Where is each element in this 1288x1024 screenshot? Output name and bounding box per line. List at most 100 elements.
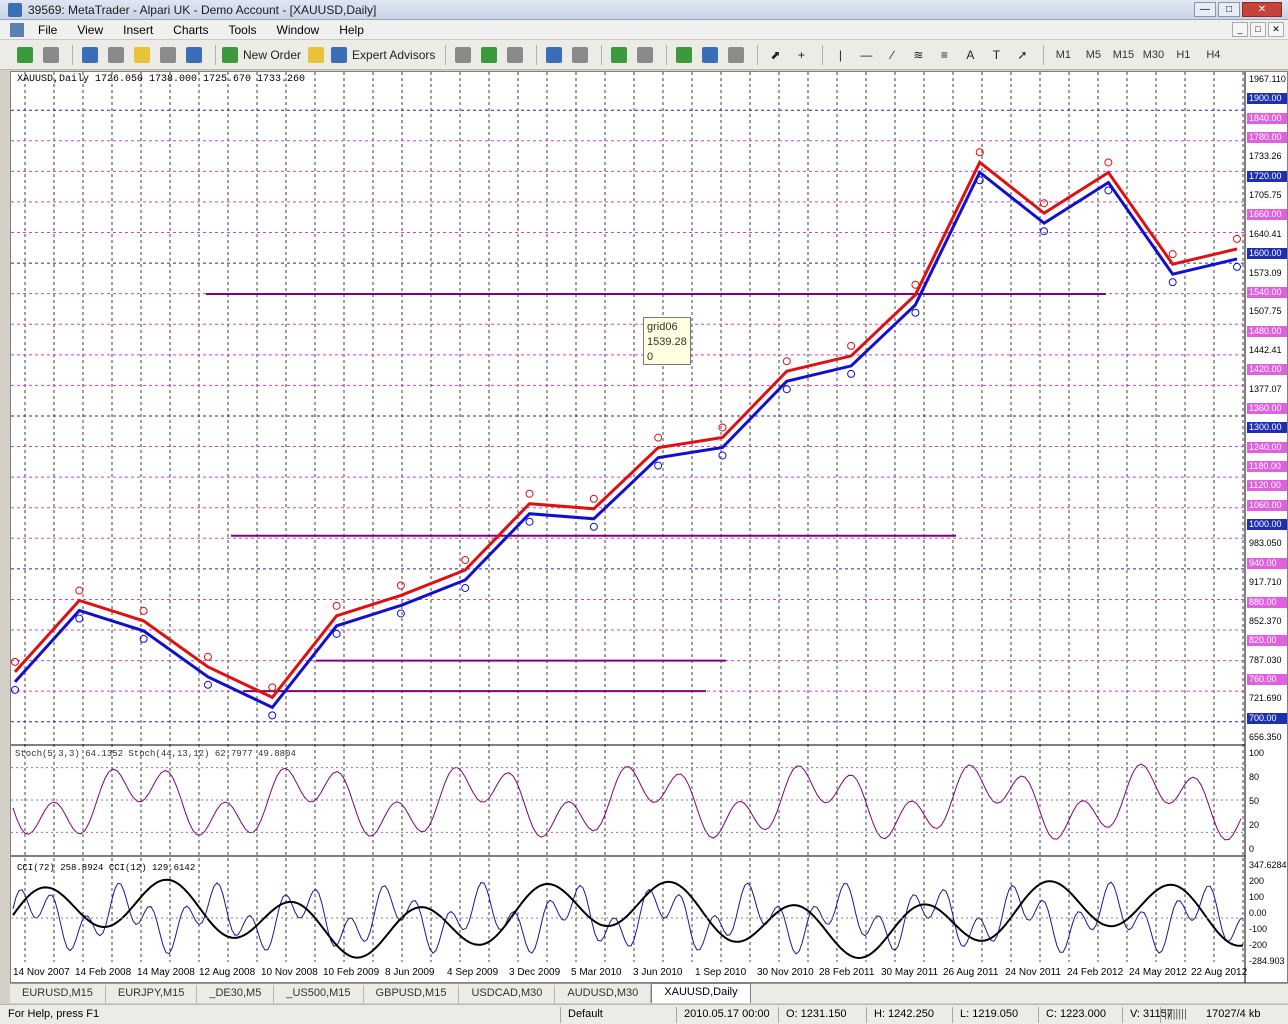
menu-file[interactable]: File xyxy=(28,23,67,37)
templates-button[interactable] xyxy=(725,44,747,66)
terminal-icon xyxy=(160,46,176,63)
menu-view[interactable]: View xyxy=(67,23,113,37)
label-tool[interactable]: T xyxy=(985,44,1007,66)
menu-window[interactable]: Window xyxy=(267,23,330,37)
cci-header: CCI(72) 258.8924 CCI(12) 129.6142 xyxy=(17,863,196,873)
menu-help[interactable]: Help xyxy=(329,23,374,37)
timeframe-h4[interactable]: H4 xyxy=(1200,44,1226,66)
chart-shift-button[interactable] xyxy=(634,44,656,66)
periods-button[interactable] xyxy=(699,44,721,66)
fibonacci-tool[interactable]: ≡ xyxy=(933,44,955,66)
chart-window[interactable]: XAUUSD,Daily 1726.050 1738.000 1725.670 … xyxy=(10,71,1288,984)
candlestick-icon xyxy=(481,46,498,63)
indicators-icon xyxy=(676,46,693,63)
tab-us500-m15[interactable]: _US500,M15 xyxy=(274,985,364,1003)
timeframe-m1[interactable]: M1 xyxy=(1050,44,1076,66)
autoscroll-button[interactable] xyxy=(608,44,630,66)
date-label: 4 Sep 2009 xyxy=(447,967,499,978)
status-bar: For Help, press F1 Default 2010.05.17 00… xyxy=(0,1004,1288,1024)
stochastic-axis-label: 50 xyxy=(1249,796,1260,806)
new-order-icon xyxy=(222,46,238,63)
price-label: 1733.26 xyxy=(1249,151,1282,162)
cci-axis-label: 0.00 xyxy=(1249,908,1267,918)
metaeditor-button[interactable] xyxy=(305,44,327,66)
bar-chart-button[interactable] xyxy=(452,44,474,66)
new-chart-icon xyxy=(17,46,33,63)
data-point xyxy=(1168,278,1177,287)
strategy-tester-button[interactable] xyxy=(183,44,205,66)
line-chart-button[interactable] xyxy=(504,44,526,66)
timeframe-m5[interactable]: M5 xyxy=(1080,44,1106,66)
data-point xyxy=(203,680,212,689)
data-point xyxy=(525,517,534,526)
data-point xyxy=(525,489,534,498)
date-label: 1 Sep 2010 xyxy=(695,967,747,978)
channel-tool[interactable]: ≋ xyxy=(907,44,929,66)
tab-eurusd-m15[interactable]: EURUSD,M15 xyxy=(10,985,106,1003)
date-label: 30 Nov 2010 xyxy=(757,967,814,978)
fibonacci-icon: ≡ xyxy=(940,47,948,62)
text-tool[interactable]: A xyxy=(959,44,981,66)
timeframe-m30[interactable]: M30 xyxy=(1140,44,1166,66)
navigator-button[interactable] xyxy=(105,44,127,66)
cursor-tool[interactable]: ⬈ xyxy=(764,44,786,66)
timeframe-m15[interactable]: M15 xyxy=(1110,44,1136,66)
tab-de30-m5[interactable]: _DE30,M5 xyxy=(197,985,275,1003)
data-point xyxy=(911,280,920,289)
trendline-tool[interactable]: ∕ xyxy=(881,44,903,66)
chart-doc-icon[interactable] xyxy=(10,22,24,37)
profiles-button[interactable] xyxy=(40,44,62,66)
data-point xyxy=(268,711,277,720)
menu-tools[interactable]: Tools xyxy=(219,23,267,37)
connection-bars-icon: |||||||| xyxy=(1164,1008,1187,1020)
vertical-line-tool[interactable]: | xyxy=(829,44,851,66)
data-point xyxy=(203,652,212,661)
date-label: 5 Mar 2010 xyxy=(571,967,622,978)
tab-eurjpy-m15[interactable]: EURJPY,M15 xyxy=(106,985,198,1003)
status-help: For Help, press F1 xyxy=(8,1008,100,1020)
arrows-tool[interactable]: ➚ xyxy=(1011,44,1033,66)
cci-axis-label: 347.6284 xyxy=(1249,860,1287,870)
market-watch-button[interactable] xyxy=(79,44,101,66)
favorites-button[interactable] xyxy=(131,44,153,66)
child-close-button[interactable]: ✕ xyxy=(1268,22,1284,37)
timeframe-h1[interactable]: H1 xyxy=(1170,44,1196,66)
date-axis[interactable]: 14 Nov 2007 14 Feb 2008 14 May 2008 12 Aug … xyxy=(11,965,1247,981)
tab-usdcad-m30[interactable]: USDCAD,M30 xyxy=(459,985,556,1003)
grid-tooltip: grid06 1539.28 0 xyxy=(643,317,691,365)
child-minimize-button[interactable]: _ xyxy=(1232,22,1248,37)
title-bar: 39569: MetaTrader - Alpari UK - Demo Acc… xyxy=(0,0,1288,20)
zoom-in-button[interactable] xyxy=(543,44,565,66)
tab-audusd-m30[interactable]: AUDUSD,M30 xyxy=(555,985,652,1003)
new-chart-button[interactable] xyxy=(14,44,36,66)
candlestick-button[interactable] xyxy=(478,44,500,66)
expert-advisors-button[interactable]: Expert Advisors xyxy=(331,44,435,66)
price-label: 1900.00 xyxy=(1247,93,1287,105)
price-axis[interactable]: 1967.110 1900.00 1840.00 1780.00 1733.26 1720… xyxy=(1245,72,1288,984)
tab-gbpusd-m15[interactable]: GBPUSD,M15 xyxy=(364,985,460,1003)
price-label: 917.710 xyxy=(1249,577,1282,588)
zoom-out-button[interactable] xyxy=(569,44,591,66)
autoscroll-icon xyxy=(611,46,628,63)
maximize-button[interactable]: □ xyxy=(1218,2,1240,17)
expert-advisors-label: Expert Advisors xyxy=(352,47,436,62)
price-label: 1377.07 xyxy=(1249,383,1282,394)
minimize-button[interactable]: — xyxy=(1194,2,1216,17)
chart-canvas[interactable] xyxy=(11,72,1288,984)
price-label: 1442.41 xyxy=(1249,344,1282,355)
tester-icon xyxy=(186,46,202,63)
horizontal-line-tool[interactable]: — xyxy=(855,44,877,66)
close-button[interactable]: ✕ xyxy=(1242,2,1282,17)
menu-insert[interactable]: Insert xyxy=(113,23,163,37)
indicators-button[interactable] xyxy=(673,44,695,66)
tab-xauusd-daily[interactable]: XAUUSD,Daily xyxy=(651,983,751,1003)
menu-charts[interactable]: Charts xyxy=(163,23,218,37)
date-label: 12 Aug 2008 xyxy=(199,967,256,978)
crosshair-tool[interactable]: + xyxy=(790,44,812,66)
new-order-button[interactable]: New Order xyxy=(222,44,301,66)
child-restore-button[interactable]: □ xyxy=(1250,22,1266,37)
tooltip-price: 1539.28 xyxy=(647,336,687,348)
terminal-button[interactable] xyxy=(157,44,179,66)
data-point xyxy=(332,629,341,638)
series-line-blue xyxy=(13,169,1238,710)
